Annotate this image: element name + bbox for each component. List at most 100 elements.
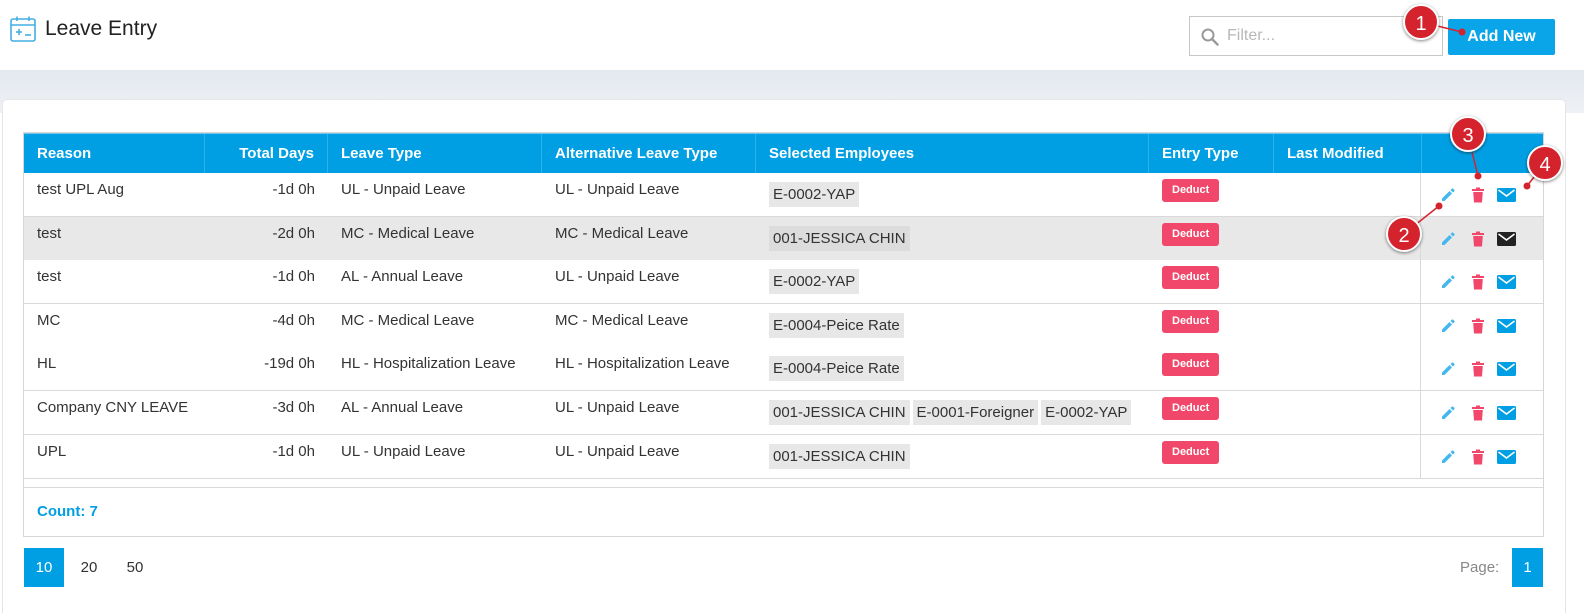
column-header-entry-type[interactable]: Entry Type (1149, 134, 1274, 174)
table-row[interactable]: Company CNY LEAVE -3d 0h AL - Annual Leave… (24, 391, 1543, 435)
record-count: Count: 7 (37, 503, 98, 520)
entry-type-badge: Deduct (1162, 397, 1220, 420)
cell-leave-type: UL - Unpaid Leave (341, 181, 466, 198)
delete-icon[interactable] (1468, 273, 1488, 291)
edit-icon[interactable] (1438, 317, 1458, 335)
cell-entry-type: Deduct (1149, 391, 1274, 434)
cell-total-days: -4d 0h (272, 311, 315, 329)
column-header-last-modified[interactable]: Last Modified (1274, 134, 1422, 174)
row-actions (1420, 391, 1544, 434)
column-header-leave-type[interactable]: Leave Type (328, 134, 542, 174)
cell-last-modified (1274, 304, 1422, 347)
cell-selected-employees: 001-JESSICA CHIN E-0001-Foreigner E-0002-Y… (756, 391, 1149, 434)
table-row[interactable]: test -1d 0h AL - Annual Leave UL - Unpaid L… (24, 260, 1544, 305)
page-size-10[interactable]: 10 (24, 548, 64, 587)
column-header-selected-employees[interactable]: Selected Employees (756, 134, 1149, 174)
edit-icon[interactable] (1438, 360, 1458, 378)
add-new-button[interactable]: Add New (1448, 19, 1555, 55)
entry-type-badge: Deduct (1162, 179, 1220, 202)
top-bar: Leave Entry Add New (0, 0, 1584, 70)
edit-icon[interactable] (1438, 186, 1458, 204)
cell-entry-type: Deduct (1149, 260, 1274, 303)
edit-icon[interactable] (1438, 230, 1458, 248)
cell-last-modified (1274, 173, 1422, 216)
cell-leave-type: AL - Annual Leave (341, 399, 464, 416)
delete-icon[interactable] (1468, 404, 1488, 422)
delete-icon[interactable] (1468, 230, 1488, 248)
cell-alternative-leave-type: UL - Unpaid Leave (555, 181, 680, 198)
edit-icon[interactable] (1438, 404, 1458, 422)
page-title: Leave Entry (45, 17, 158, 40)
table-row[interactable]: MC -4d 0h MC - Medical Leave MC - Medical L… (24, 303, 1543, 348)
email-icon[interactable] (1496, 186, 1516, 204)
employee-chip: E-0004-Peice Rate (769, 312, 904, 338)
cell-total-days: -2d 0h (272, 224, 315, 242)
cell-leave-type: MC - Medical Leave (341, 311, 475, 329)
delete-icon[interactable] (1468, 317, 1488, 335)
delete-icon[interactable] (1468, 448, 1488, 466)
cell-leave-type: MC - Medical Leave (341, 224, 475, 242)
cell-selected-employees: E-0004-Peice Rate (756, 347, 1149, 390)
employee-chip: E-0002-YAP (769, 182, 860, 207)
row-actions (1420, 173, 1544, 216)
entry-type-badge: Deduct (1162, 266, 1220, 290)
entry-type-badge: Deduct (1162, 440, 1220, 464)
calendar-plus-minus-icon (10, 16, 36, 42)
employee-chip: 001-JESSICA CHIN (769, 443, 910, 469)
edit-icon[interactable] (1438, 273, 1458, 291)
email-icon[interactable] (1496, 404, 1516, 422)
callout-2: 2 (1386, 216, 1422, 252)
cell-selected-employees: E-0002-YAP (756, 173, 1149, 216)
column-header-alternative-leave-type[interactable]: Alternative Leave Type (542, 134, 756, 174)
cell-total-days: -1d 0h (272, 442, 315, 460)
callout-3: 3 (1450, 116, 1486, 152)
email-icon[interactable] (1496, 360, 1516, 378)
email-icon[interactable] (1496, 448, 1516, 466)
cell-last-modified (1274, 260, 1422, 303)
cell-leave-type: HL - Hospitalization Leave (341, 355, 516, 373)
employee-chip: E-0001-Foreigner (912, 400, 1039, 425)
cell-reason: test UPL Aug (37, 181, 124, 198)
employee-chip: 001-JESSICA CHIN (769, 225, 910, 251)
cell-reason: test (37, 224, 62, 242)
column-header-reason[interactable]: Reason (24, 134, 205, 174)
table-row[interactable]: UPL -1d 0h UL - Unpaid Leave UL - Unpaid Le… (24, 434, 1543, 479)
delete-icon[interactable] (1468, 360, 1488, 378)
page-size-50[interactable]: 50 (115, 548, 155, 587)
cell-reason: MC (37, 311, 61, 329)
column-header-total-days[interactable]: Total Days (205, 134, 328, 174)
row-actions (1420, 260, 1544, 304)
cell-alternative-leave-type: HL - Hospitalization Leave (555, 355, 730, 373)
callout-1: 1 (1403, 4, 1439, 40)
employee-chip: E-0004-Peice Rate (769, 356, 904, 382)
entry-type-badge: Deduct (1162, 309, 1220, 333)
page-size-20[interactable]: 20 (69, 548, 109, 587)
email-icon[interactable] (1496, 230, 1516, 248)
filter-input[interactable] (1227, 25, 1432, 47)
email-icon[interactable] (1496, 273, 1516, 291)
callout-4: 4 (1527, 145, 1563, 181)
leave-entry-grid: Reason Total Days Leave Type Alternative… (23, 132, 1544, 537)
cell-leave-type: UL - Unpaid Leave (341, 442, 466, 460)
cell-entry-type: Deduct (1149, 217, 1274, 260)
cell-entry-type: Deduct (1149, 304, 1274, 347)
page-number-1[interactable]: 1 (1512, 548, 1543, 587)
email-icon[interactable] (1496, 317, 1516, 335)
cell-selected-employees: 001-JESSICA CHIN (756, 435, 1149, 478)
row-actions (1420, 347, 1544, 391)
edit-icon[interactable] (1438, 448, 1458, 466)
table-row[interactable]: test -2d 0h MC - Medical Leave MC - Medical… (24, 216, 1544, 261)
delete-icon[interactable] (1468, 186, 1488, 204)
cell-last-modified (1274, 391, 1422, 434)
cell-last-modified (1274, 435, 1422, 478)
table-row[interactable]: test UPL Aug -1d 0h UL - Unpaid Leave UL - … (24, 173, 1543, 217)
entry-type-badge: Deduct (1162, 353, 1220, 377)
cell-alternative-leave-type: MC - Medical Leave (555, 311, 689, 329)
table-row[interactable]: HL -19d 0h HL - Hospitalization Leave HL - … (24, 347, 1544, 392)
search-icon (1201, 28, 1219, 46)
row-actions (1420, 216, 1544, 260)
cell-reason: Company CNY LEAVE (37, 399, 189, 416)
cell-total-days: -19d 0h (264, 355, 315, 373)
employee-chip: E-0002-YAP (769, 269, 860, 295)
grid-header: Reason Total Days Leave Type Alternative… (24, 133, 1543, 174)
